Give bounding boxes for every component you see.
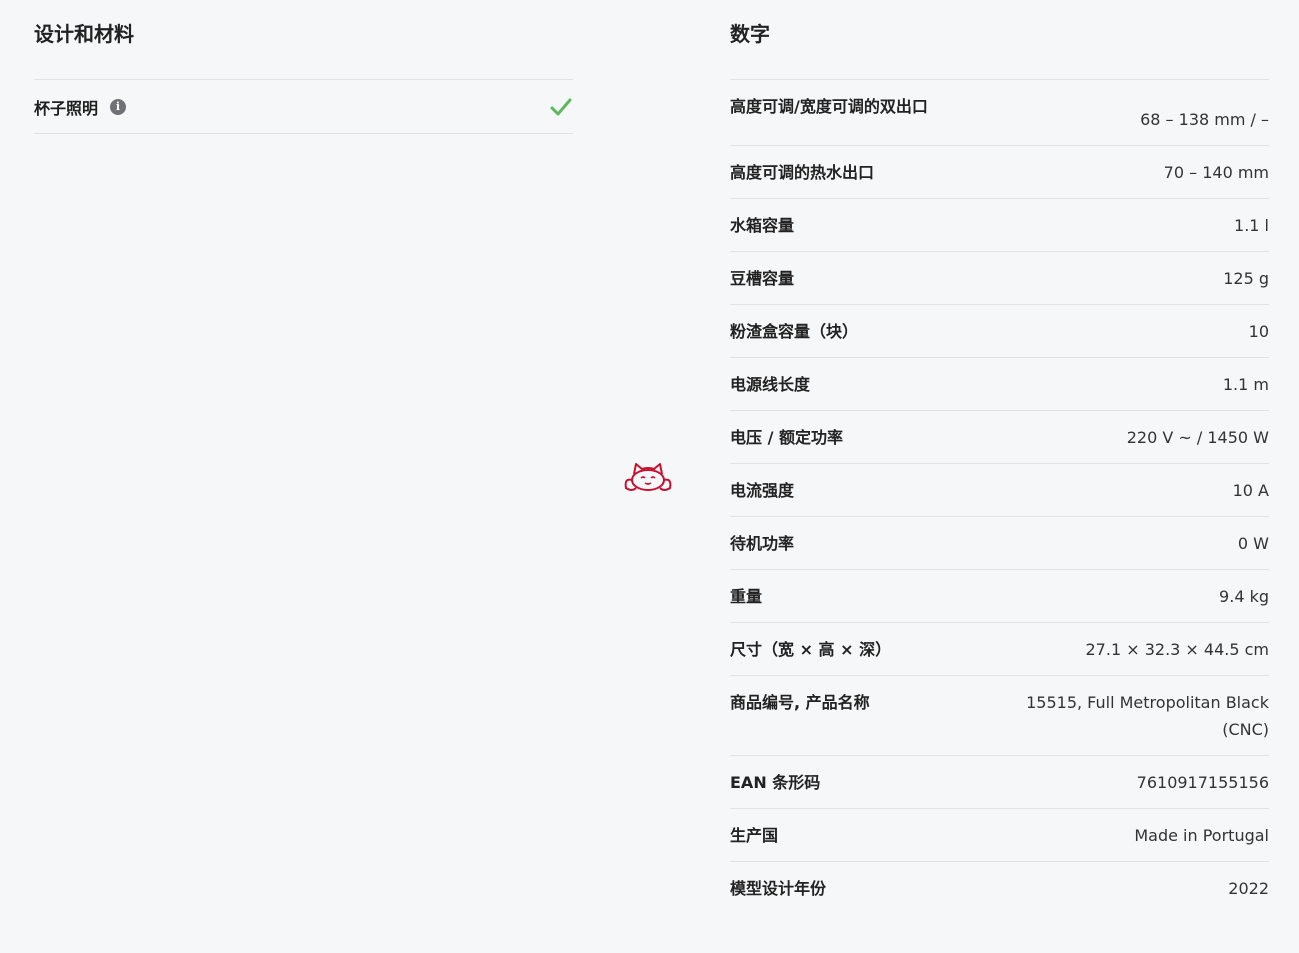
- spec-value: 27.1 × 32.3 × 44.5 cm: [1085, 640, 1270, 659]
- spec-row: 粉渣盒容量（块） 10: [730, 305, 1269, 358]
- spec-row-cup-lighting: 杯子照明 i: [34, 80, 573, 134]
- spec-row: 待机功率 0 W: [730, 517, 1269, 570]
- spec-label: 商品编号, 产品名称: [730, 693, 870, 712]
- check-icon: [550, 98, 572, 115]
- spec-value: 7610917155156: [1136, 773, 1269, 792]
- spec-value: 15515, Full Metropolitan Black (CNC): [1026, 693, 1269, 739]
- spec-row: 电压 / 额定功率 220 V ~ / 1450 W: [730, 411, 1269, 464]
- spec-label: 电源线长度: [730, 375, 811, 394]
- cat-mascot-icon[interactable]: [622, 460, 674, 494]
- spec-page: 设计和材料 杯子照明 i 数字 高度可调/宽度可调的双出口 68 – 138 m…: [0, 0, 1299, 953]
- spec-label: 高度可调/宽度可调的双出口: [730, 97, 928, 116]
- spec-label: 电压 / 额定功率: [730, 428, 843, 447]
- spec-value: 220 V ~ / 1450 W: [1126, 428, 1269, 447]
- design-materials-section: 设计和材料 杯子照明 i: [34, 0, 573, 134]
- spec-value: 1.1 m: [1222, 375, 1269, 394]
- spec-label: 杯子照明: [34, 98, 99, 118]
- spec-row: 生产国 Made in Portugal: [730, 809, 1269, 862]
- spec-row: 尺寸（宽 × 高 × 深） 27.1 × 32.3 × 44.5 cm: [730, 623, 1269, 676]
- info-icon[interactable]: i: [110, 98, 127, 115]
- spec-row: 重量 9.4 kg: [730, 570, 1269, 623]
- spec-row: 豆槽容量 125 g: [730, 252, 1269, 305]
- numbers-section: 数字 高度可调/宽度可调的双出口 68 – 138 mm / – 高度可调的热水…: [730, 0, 1269, 914]
- spec-row: 水箱容量 1.1 l: [730, 199, 1269, 252]
- spec-value: Made in Portugal: [1134, 826, 1269, 845]
- spec-value: 10 A: [1232, 481, 1269, 500]
- spec-label: 尺寸（宽 × 高 × 深）: [730, 640, 892, 659]
- spec-label: EAN 条形码: [730, 773, 821, 792]
- spec-label: 水箱容量: [730, 216, 795, 235]
- spec-row: EAN 条形码 7610917155156: [730, 756, 1269, 809]
- section-title-design: 设计和材料: [34, 0, 573, 80]
- spec-row: 高度可调的热水出口 70 – 140 mm: [730, 146, 1269, 199]
- spec-label: 豆槽容量: [730, 269, 795, 288]
- spec-value: 125 g: [1223, 269, 1269, 288]
- spec-value: 0 W: [1237, 534, 1269, 553]
- section-title-numbers: 数字: [730, 0, 1269, 80]
- spec-row: 高度可调/宽度可调的双出口 68 – 138 mm / –: [730, 80, 1269, 146]
- spec-label: 粉渣盒容量（块）: [730, 322, 859, 341]
- spec-value: 70 – 140 mm: [1163, 163, 1269, 182]
- spec-value: 2022: [1228, 879, 1269, 898]
- spec-label: 生产国: [730, 826, 779, 845]
- spec-label: 模型设计年份: [730, 879, 827, 898]
- spec-row: 电源线长度 1.1 m: [730, 358, 1269, 411]
- spec-label: 电流强度: [730, 481, 795, 500]
- spec-label: 高度可调的热水出口: [730, 163, 875, 182]
- spec-value: 9.4 kg: [1219, 587, 1269, 606]
- spec-row: 电流强度 10 A: [730, 464, 1269, 517]
- spec-row: 模型设计年份 2022: [730, 862, 1269, 914]
- spec-label: 待机功率: [730, 534, 795, 553]
- spec-value: 1.1 l: [1234, 216, 1269, 235]
- spec-value: 10: [1248, 322, 1269, 341]
- spec-value: 68 – 138 mm / –: [1140, 110, 1269, 129]
- spec-label: 重量: [730, 587, 763, 606]
- spec-row: 商品编号, 产品名称 15515, Full Metropolitan Blac…: [730, 676, 1269, 756]
